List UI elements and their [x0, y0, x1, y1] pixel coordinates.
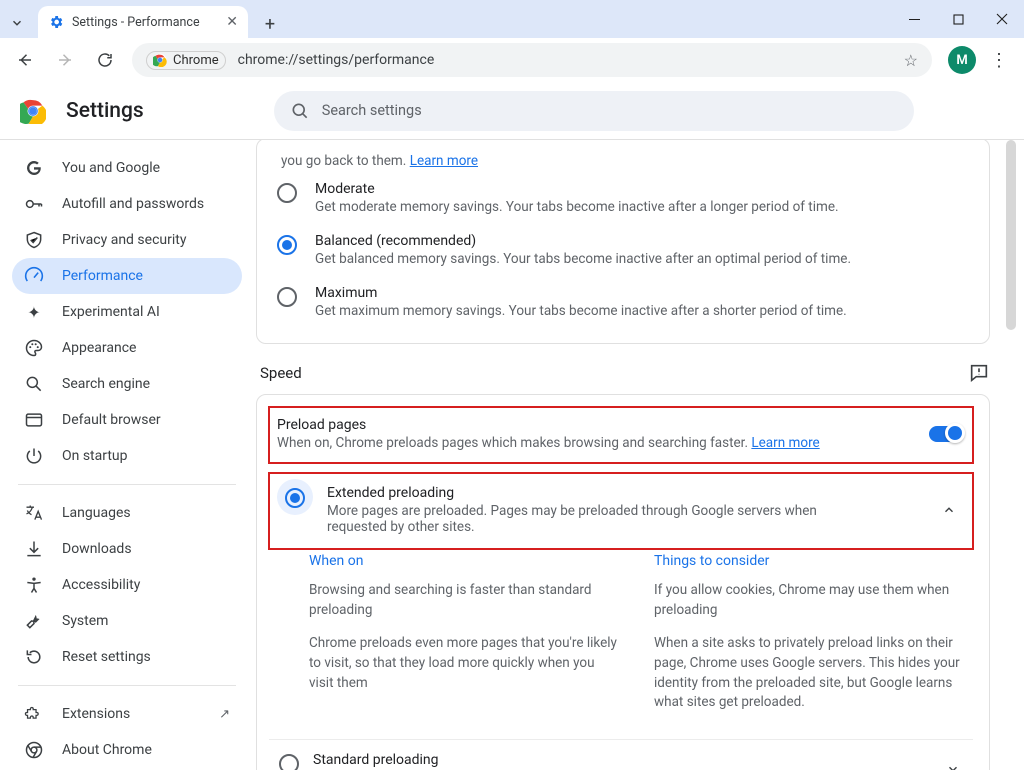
- profile-avatar[interactable]: M: [948, 46, 976, 74]
- settings-content: you go back to them. Learn more Moderate…: [250, 140, 1024, 770]
- sidebar-item-downloads[interactable]: Downloads: [12, 531, 242, 567]
- nav-forward-button[interactable]: [48, 43, 82, 77]
- sidebar-item-about[interactable]: About Chrome: [12, 732, 242, 768]
- url-text: chrome://settings/performance: [238, 52, 892, 68]
- search-placeholder: Search settings: [322, 102, 422, 119]
- settings-search-input[interactable]: Search settings: [274, 91, 914, 131]
- chrome-outline-icon: [24, 740, 44, 760]
- preload-learn-more-link[interactable]: Learn more: [751, 435, 819, 451]
- chrome-menu-button[interactable]: ⋮: [982, 50, 1016, 71]
- speed-section-header: Speed: [260, 362, 990, 384]
- close-tab-icon[interactable]: ✕: [226, 14, 238, 30]
- puzzle-icon: [24, 704, 44, 724]
- browser-tab-active[interactable]: Settings - Performance ✕: [38, 6, 248, 38]
- chrome-logo-icon: [20, 98, 46, 124]
- window-titlebar: Settings - Performance ✕ +: [0, 0, 1024, 38]
- feedback-icon[interactable]: [968, 362, 990, 384]
- settings-sidebar: You and Google Autofill and passwords Pr…: [0, 140, 250, 770]
- sidebar-item-reset[interactable]: Reset settings: [12, 639, 242, 675]
- speedometer-icon: [24, 266, 44, 286]
- preload-pages-row: Preload pages When on, Chrome preloads p…: [269, 407, 973, 463]
- settings-header: Settings Search settings: [0, 82, 1024, 140]
- collapse-button[interactable]: [933, 494, 965, 526]
- sidebar-item-you-and-google[interactable]: You and Google: [12, 150, 242, 186]
- power-icon: [24, 446, 44, 466]
- sidebar-separator: [18, 484, 236, 485]
- radio-button-checked[interactable]: [285, 488, 305, 508]
- radio-button-checked[interactable]: [277, 235, 297, 255]
- preload-desc: When on, Chrome preloads pages which mak…: [277, 435, 820, 451]
- magnifier-icon: [24, 374, 44, 394]
- radio-button[interactable]: [277, 183, 297, 203]
- browser-toolbar: Chrome chrome://settings/performance ☆ M…: [0, 38, 1024, 82]
- speed-section-title: Speed: [260, 364, 302, 382]
- sidebar-item-performance[interactable]: Performance: [12, 258, 242, 294]
- browser-window-icon: [24, 410, 44, 430]
- when-on-header: When on: [309, 553, 618, 569]
- address-bar[interactable]: Chrome chrome://settings/performance ☆: [132, 43, 932, 77]
- reload-button[interactable]: [88, 43, 122, 77]
- window-minimize[interactable]: [892, 0, 936, 38]
- translate-icon: [24, 503, 44, 523]
- memory-option-moderate[interactable]: Moderate Get moderate memory savings. Yo…: [277, 171, 969, 223]
- sidebar-item-default-browser[interactable]: Default browser: [12, 402, 242, 438]
- sparkle-icon: ✦: [24, 302, 44, 322]
- reset-icon: [24, 647, 44, 667]
- gear-icon: [48, 14, 64, 30]
- palette-icon: [24, 338, 44, 358]
- window-maximize[interactable]: [936, 0, 980, 38]
- search-icon: [290, 101, 310, 121]
- chrome-icon: [153, 53, 167, 67]
- sidebar-item-accessibility[interactable]: Accessibility: [12, 567, 242, 603]
- preload-toggle[interactable]: [929, 426, 963, 442]
- things-to-consider-header: Things to consider: [654, 553, 963, 569]
- expand-button[interactable]: [937, 753, 969, 770]
- radio-button[interactable]: [277, 287, 297, 307]
- sidebar-item-on-startup[interactable]: On startup: [12, 438, 242, 474]
- memory-option-maximum[interactable]: Maximum Get maximum memory savings. Your…: [277, 275, 969, 327]
- tab-search-dropdown[interactable]: [0, 8, 34, 38]
- google-g-icon: [24, 158, 44, 178]
- new-tab-button[interactable]: +: [256, 10, 284, 38]
- sidebar-item-privacy[interactable]: Privacy and security: [12, 222, 242, 258]
- sidebar-item-languages[interactable]: Languages: [12, 495, 242, 531]
- standard-preloading-row[interactable]: Standard preloading Some of the pages yo…: [269, 740, 973, 770]
- sidebar-separator-2: [18, 685, 236, 686]
- window-close[interactable]: [980, 0, 1024, 38]
- sidebar-item-system[interactable]: System: [12, 603, 242, 639]
- tab-title: Settings - Performance: [72, 15, 218, 30]
- sidebar-item-experimental-ai[interactable]: ✦Experimental AI: [12, 294, 242, 330]
- key-icon: [24, 194, 44, 214]
- scrollbar-thumb[interactable]: [1006, 140, 1016, 330]
- preload-title: Preload pages: [277, 417, 820, 433]
- bookmark-star-icon[interactable]: ☆: [904, 51, 918, 70]
- chevron-down-icon: [10, 16, 24, 30]
- radio-button[interactable]: [279, 754, 299, 770]
- wrench-icon: [24, 611, 44, 631]
- nav-back-button[interactable]: [8, 43, 42, 77]
- sidebar-item-autofill[interactable]: Autofill and passwords: [12, 186, 242, 222]
- speed-card: Preload pages When on, Chrome preloads p…: [256, 394, 990, 770]
- memory-learn-more-link[interactable]: Learn more: [410, 153, 478, 169]
- memory-option-balanced[interactable]: Balanced (recommended) Get balanced memo…: [277, 223, 969, 275]
- external-link-icon: ↗: [219, 707, 230, 722]
- memory-intro-text: you go back to them. Learn more: [277, 151, 969, 171]
- shield-icon: [24, 230, 44, 250]
- extended-preloading-details: When on Browsing and searching is faster…: [269, 549, 973, 734]
- page-title: Settings: [66, 99, 144, 123]
- extended-preloading-row[interactable]: Extended preloading More pages are prelo…: [269, 473, 973, 549]
- memory-saver-card: you go back to them. Learn more Moderate…: [256, 140, 990, 344]
- site-chip[interactable]: Chrome: [146, 51, 226, 70]
- site-chip-label: Chrome: [173, 53, 219, 68]
- accessibility-icon: [24, 575, 44, 595]
- sidebar-item-appearance[interactable]: Appearance: [12, 330, 242, 366]
- sidebar-item-search-engine[interactable]: Search engine: [12, 366, 242, 402]
- download-icon: [24, 539, 44, 559]
- sidebar-item-extensions[interactable]: Extensions↗: [12, 696, 242, 732]
